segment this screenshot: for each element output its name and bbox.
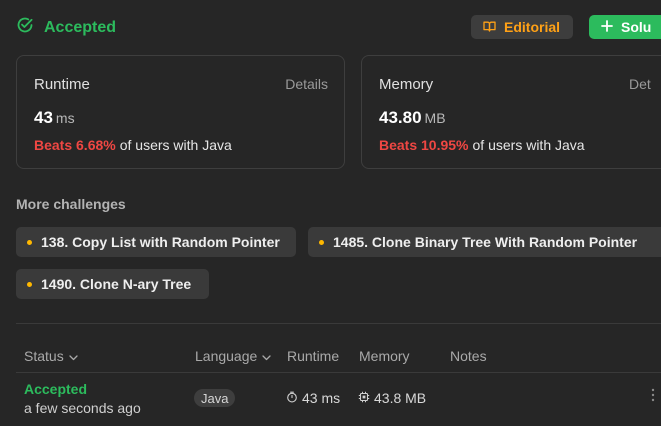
chevron-down-icon [69, 348, 78, 364]
status-label: Accepted [44, 18, 117, 36]
check-circle-icon [16, 16, 34, 39]
challenge-label: 1490. Clone N-ary Tree [41, 276, 192, 292]
row-memory-value: 43.8 MB [374, 390, 427, 406]
language-badge: Java [194, 389, 236, 407]
challenge-chip[interactable]: 1490. Clone N-ary Tree [16, 269, 209, 299]
language-column-header[interactable]: Language [195, 348, 271, 364]
editorial-button[interactable]: Editorial [471, 15, 573, 39]
row-status[interactable]: Accepted [24, 381, 87, 397]
editorial-label: Editorial [504, 19, 561, 35]
row-runtime: 43 ms [286, 390, 340, 406]
row-language: Java [201, 390, 229, 406]
runtime-unit: ms [55, 110, 75, 126]
row-time: a few seconds ago [24, 400, 141, 416]
more-challenges-title: More challenges [16, 196, 126, 212]
runtime-beats-percent: Beats 6.68% [34, 137, 116, 153]
memory-unit: MB [424, 110, 446, 126]
status-column-header[interactable]: Status [24, 348, 78, 364]
runtime-header-label: Runtime [287, 348, 340, 364]
row-memory: 43.8 MB [358, 390, 426, 406]
memory-header-label: Memory [359, 348, 410, 364]
runtime-value: 43 ms [34, 108, 75, 128]
runtime-beats: Beats 6.68% of users with Java [34, 137, 232, 153]
runtime-details-link[interactable]: Details [285, 76, 328, 92]
solution-button[interactable]: Solu [589, 15, 661, 39]
table-header-divider [16, 372, 661, 373]
notes-header-label: Notes [450, 348, 487, 364]
solution-label: Solu [621, 19, 652, 35]
language-header-label: Language [195, 348, 258, 364]
row-runtime-value: 43 ms [302, 390, 341, 406]
submission-status-header: Accepted [16, 16, 116, 39]
memory-beats-percent: Beats 10.95% [379, 137, 469, 153]
plus-icon [601, 19, 613, 35]
notes-column-header: Notes [450, 348, 487, 364]
challenge-label: 1485. Clone Binary Tree With Random Poin… [333, 234, 638, 250]
difficulty-dot-icon [319, 239, 324, 245]
memory-value: 43.80 MB [379, 108, 446, 128]
chevron-down-icon [262, 348, 271, 364]
challenge-chip[interactable]: 1485. Clone Binary Tree With Random Poin… [308, 227, 661, 257]
difficulty-dot-icon [27, 281, 32, 287]
runtime-card: Runtime Details 43 ms Beats 6.68% of users… [16, 55, 345, 169]
memory-beats-suffix: of users with Java [472, 137, 585, 153]
runtime-number: 43 [34, 108, 53, 127]
memory-number: 43.80 [379, 108, 422, 127]
book-icon [483, 19, 496, 35]
memory-card: Memory Det 43.80 MB Beats 10.95% of users … [361, 55, 661, 169]
memory-card-title: Memory [379, 76, 434, 93]
challenge-label: 138. Copy List with Random Pointer [41, 234, 280, 250]
challenge-chip[interactable]: 138. Copy List with Random Pointer [16, 227, 296, 257]
runtime-card-title: Runtime [34, 76, 90, 93]
memory-column-header: Memory [359, 348, 410, 364]
clock-icon [286, 390, 298, 406]
more-vertical-icon[interactable] [648, 388, 658, 402]
memory-details-link[interactable]: Det [629, 76, 651, 92]
difficulty-dot-icon [27, 239, 32, 245]
memory-beats: Beats 10.95% of users with Java [379, 137, 585, 153]
chip-icon [358, 390, 370, 406]
status-header-label: Status [24, 348, 64, 364]
runtime-column-header: Runtime [287, 348, 339, 364]
runtime-beats-suffix: of users with Java [119, 137, 232, 153]
section-divider [16, 323, 661, 324]
